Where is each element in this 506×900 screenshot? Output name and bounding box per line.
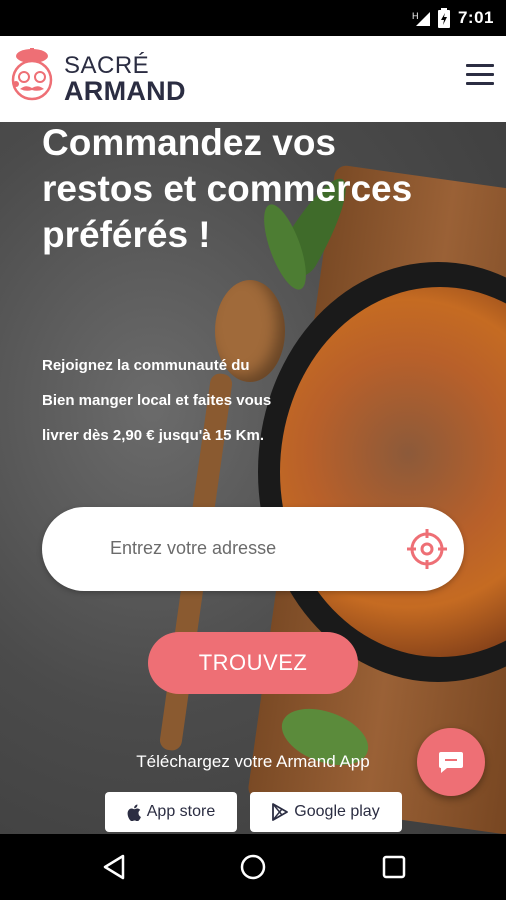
- app-store-button[interactable]: App store: [105, 792, 237, 832]
- sacre-armand-logo[interactable]: SACRÉ ARMAND: [8, 48, 198, 110]
- app-header: SACRÉ ARMAND: [0, 36, 506, 122]
- locate-me-icon[interactable]: [406, 528, 448, 570]
- apple-icon: [127, 804, 141, 821]
- hero-subtext-line: livrer dès 2,90 € jusqu'à 15 Km.: [42, 427, 265, 444]
- address-placeholder: Entrez votre adresse: [110, 538, 277, 558]
- logo-word-armand: ARMAND: [64, 76, 186, 106]
- battery-charging-icon: [437, 8, 450, 28]
- hero-section: Commandez vos restos et commerces préfér…: [0, 122, 506, 834]
- hero-headline: Commandez vos restos et commerces préfér…: [42, 122, 413, 255]
- back-icon[interactable]: [99, 852, 129, 882]
- find-button[interactable]: TROUVEZ: [148, 632, 358, 694]
- home-icon[interactable]: [238, 852, 268, 882]
- google-play-button[interactable]: Google play: [250, 792, 402, 832]
- hero-subtext: Rejoignez la communauté du Bien manger l…: [42, 348, 372, 453]
- clock: 7:01: [457, 8, 494, 27]
- chat-button[interactable]: [417, 728, 485, 796]
- svg-text:H: H: [412, 11, 419, 21]
- app-store-label: App store: [146, 803, 216, 820]
- status-bar: H 7:01: [0, 0, 506, 36]
- hero-subtext-line: Rejoignez la communauté du: [42, 357, 250, 374]
- signal-icon: H: [412, 11, 430, 26]
- chat-bubble-icon: [439, 752, 463, 773]
- mascot-logo-icon: [11, 48, 53, 101]
- google-play-label: Google play: [294, 803, 380, 820]
- google-play-icon: [272, 803, 289, 821]
- hero-subtext-line: Bien manger local et faites vous: [42, 392, 272, 409]
- hamburger-icon[interactable]: [466, 64, 494, 92]
- download-app-text: Téléchargez votre Armand App: [136, 752, 370, 771]
- address-input[interactable]: Entrez votre adresse: [42, 507, 464, 591]
- system-nav-bar: [0, 834, 506, 900]
- recents-icon[interactable]: [379, 852, 409, 882]
